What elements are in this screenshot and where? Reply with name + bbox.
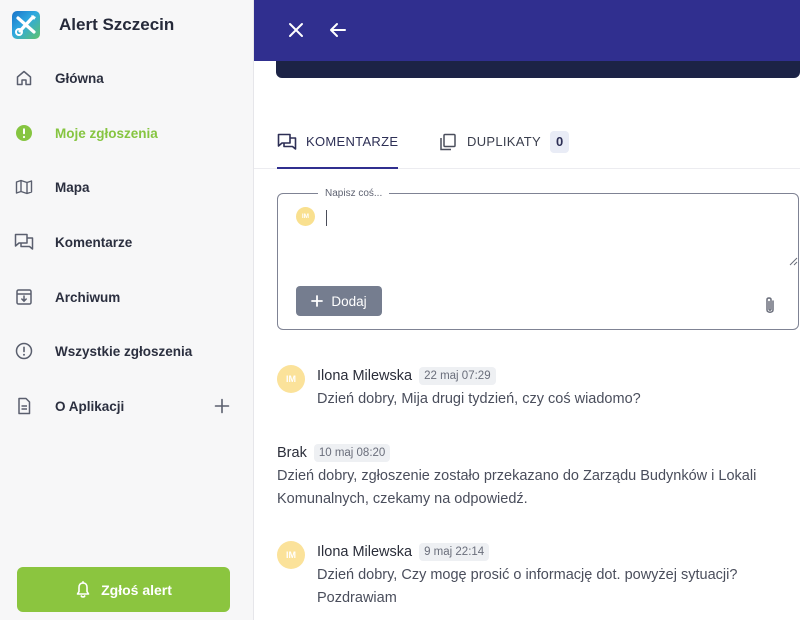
tab-komentarze[interactable]: KOMENTARZE bbox=[277, 132, 399, 169]
comment-text: Dzień dobry, Czy mogę prosić o informacj… bbox=[317, 567, 738, 606]
brand[interactable]: Alert Szczecin bbox=[12, 11, 174, 39]
sidebar-item-moje-zgloszenia[interactable]: Moje zgłoszenia bbox=[0, 113, 254, 153]
bell-icon bbox=[75, 580, 91, 599]
sidebar-item-label: Wszystkie zgłoszenia bbox=[55, 343, 193, 359]
expand-plus-icon[interactable] bbox=[212, 396, 232, 416]
sidebar-item-label: Archiwum bbox=[55, 289, 121, 305]
comment-author: Ilona Milewska bbox=[317, 368, 413, 384]
comment-header: Ilona Milewska 9 maj 22:14 bbox=[317, 543, 490, 561]
map-icon bbox=[14, 177, 34, 197]
app-logo-icon bbox=[12, 11, 40, 39]
document-icon bbox=[14, 396, 34, 416]
comment-timestamp: 9 maj 22:14 bbox=[419, 543, 490, 561]
sidebar-item-glowna[interactable]: Główna bbox=[0, 58, 254, 98]
avatar: IM bbox=[277, 541, 305, 569]
close-icon[interactable] bbox=[284, 18, 308, 42]
sidebar-item-label: Główna bbox=[55, 70, 104, 86]
comment-text: Dzień dobry, zgłoszenie zostało przekaza… bbox=[277, 468, 757, 507]
archive-icon bbox=[14, 287, 34, 307]
comment-input-label: Napisz coś... bbox=[318, 187, 390, 201]
avatar: IM bbox=[296, 207, 315, 226]
sidebar-item-label: Moje zgłoszenia bbox=[55, 125, 158, 141]
text-cursor bbox=[326, 210, 327, 226]
comment-text: Dzień dobry, Mija drugi tydzień, czy coś… bbox=[317, 391, 641, 407]
sidebar-item-mapa[interactable]: Mapa bbox=[0, 167, 254, 207]
alert-circle-icon bbox=[14, 341, 34, 361]
paperclip-icon[interactable] bbox=[761, 295, 779, 317]
tab-duplikaty[interactable]: DUPLIKATY 0 bbox=[438, 131, 570, 169]
alert-circle-filled-icon bbox=[14, 123, 34, 143]
sidebar-item-label: Komentarze bbox=[55, 234, 133, 250]
comments-icon bbox=[277, 132, 297, 152]
report-alert-button[interactable]: Zgłoś alert bbox=[17, 567, 230, 612]
add-comment-button[interactable]: Dodaj bbox=[296, 286, 382, 316]
resize-handle-icon[interactable] bbox=[788, 253, 798, 266]
comment-header: Ilona Milewska 22 maj 07:29 bbox=[317, 367, 496, 385]
tab-label: DUPLIKATY bbox=[467, 134, 541, 149]
sidebar-item-archiwum[interactable]: Archiwum bbox=[0, 277, 254, 317]
sidebar-item-o-aplikacji[interactable]: O Aplikacji bbox=[0, 386, 254, 426]
home-icon bbox=[14, 68, 34, 88]
copy-icon bbox=[438, 132, 458, 152]
tab-bar: KOMENTARZE DUPLIKATY 0 bbox=[254, 120, 800, 169]
app-title: Alert Szczecin bbox=[59, 15, 175, 34]
add-comment-label: Dodaj bbox=[331, 293, 367, 309]
comment-timestamp: 22 maj 07:29 bbox=[419, 367, 496, 385]
comment-timestamp: 10 maj 08:20 bbox=[313, 444, 391, 462]
duplicates-count-badge: 0 bbox=[549, 131, 570, 153]
comment-header: Brak 10 maj 08:20 bbox=[277, 444, 391, 462]
comment-author: Brak bbox=[277, 445, 307, 461]
back-arrow-icon[interactable] bbox=[326, 18, 350, 42]
top-bar bbox=[254, 0, 800, 61]
avatar: IM bbox=[277, 365, 305, 393]
sidebar-item-komentarze[interactable]: Komentarze bbox=[0, 222, 254, 262]
sidebar-item-label: Mapa bbox=[55, 179, 90, 195]
comment-author: Ilona Milewska bbox=[317, 544, 413, 560]
sidebar-item-wszystkie-zgloszenia[interactable]: Wszystkie zgłoszenia bbox=[0, 331, 254, 371]
sidebar: Alert Szczecin Główna Moje zgłoszenia Ma… bbox=[0, 0, 254, 620]
header-panel-edge bbox=[276, 61, 800, 78]
sidebar-item-label: O Aplikacji bbox=[55, 398, 125, 414]
report-alert-label: Zgłoś alert bbox=[101, 581, 172, 598]
app-root: Alert Szczecin Główna Moje zgłoszenia Ma… bbox=[0, 0, 800, 620]
plus-icon bbox=[311, 295, 324, 307]
tab-label: KOMENTARZE bbox=[306, 134, 399, 149]
comments-icon bbox=[14, 232, 34, 252]
